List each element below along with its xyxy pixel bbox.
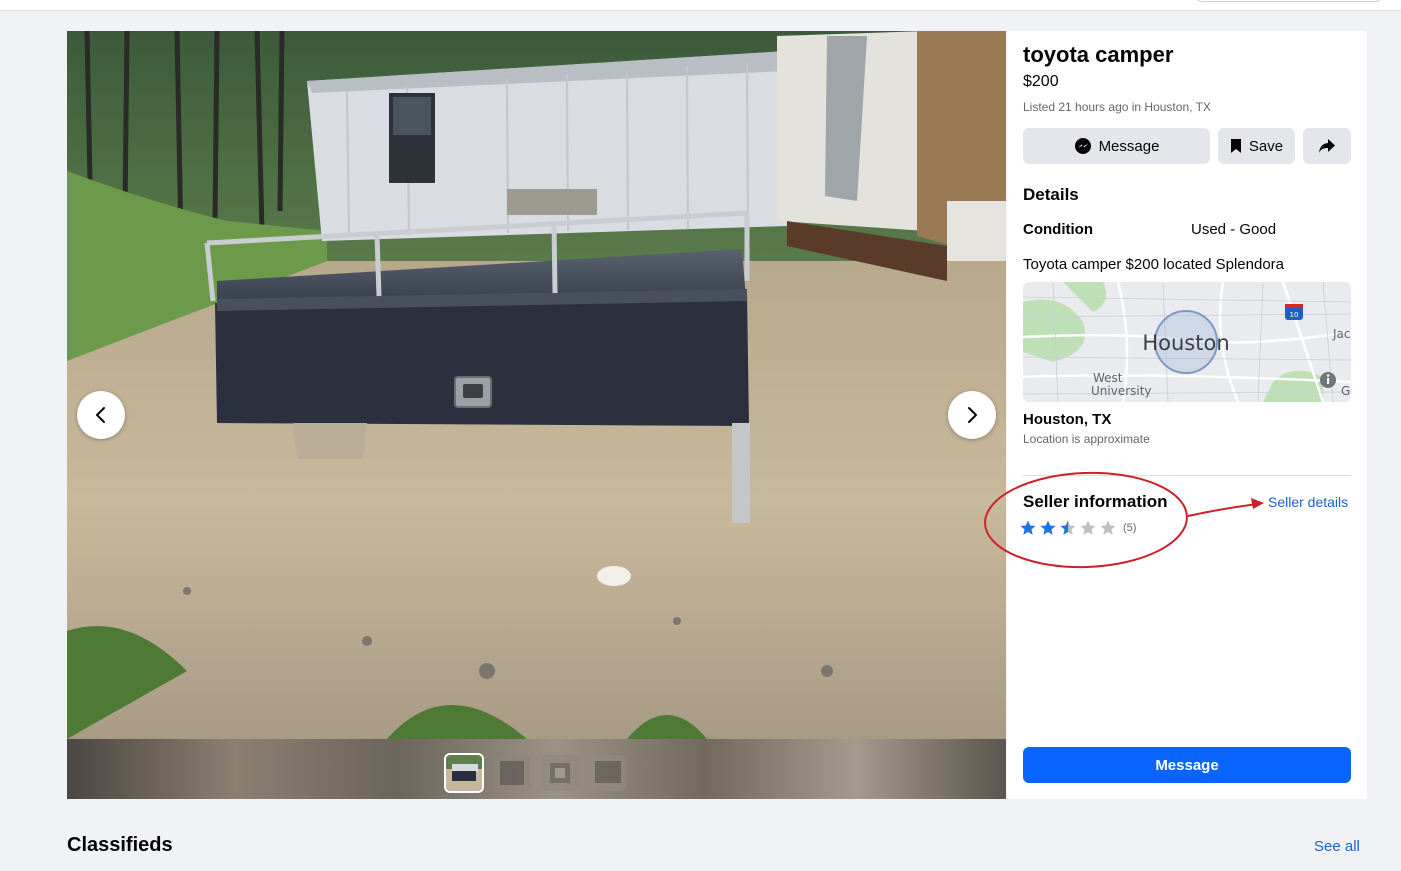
listing-timestamp: Listed 21 hours ago in Houston, TX <box>1023 100 1211 114</box>
location-map[interactable]: 10 Houston West University Jac G <box>1023 282 1351 402</box>
location-name: Houston, TX <box>1023 411 1112 428</box>
condition-value: Used - Good <box>1191 221 1277 238</box>
map-edge-label-g: G <box>1341 384 1350 398</box>
listing-photo <box>67 31 1006 739</box>
star-empty-icon <box>1079 519 1097 537</box>
classifieds-heading: Classifieds <box>67 834 173 856</box>
map-highway-shield: 10 <box>1290 311 1299 319</box>
rating-count: (5) <box>1123 522 1137 534</box>
map-area-label-west: West <box>1093 371 1123 385</box>
star-filled-icon <box>1039 519 1057 537</box>
map-area-label-university: University <box>1091 384 1152 398</box>
condition-label: Condition <box>1023 221 1093 238</box>
seller-details-link[interactable]: Seller details <box>1268 494 1348 510</box>
bookmark-icon <box>1230 138 1242 154</box>
messenger-icon <box>1074 137 1092 155</box>
chevron-right-icon <box>968 407 977 423</box>
listing-price: $200 <box>1023 73 1059 90</box>
message-button-label: Message <box>1098 137 1160 155</box>
listing-title: toyota camper <box>1023 42 1174 67</box>
seller-rating: (5) <box>1019 519 1136 537</box>
save-button-label: Save <box>1248 137 1284 155</box>
star-half-icon <box>1059 519 1077 537</box>
listing-details-panel: toyota camper $200 Listed 21 hours ago i… <box>1007 31 1367 799</box>
thumbnail-4[interactable] <box>590 755 626 791</box>
photo-viewer <box>67 31 1006 799</box>
listing-description: Toyota camper $200 located Splendora <box>1023 256 1285 273</box>
search-box-edge[interactable] <box>1196 0 1382 2</box>
thumbnail-3[interactable] <box>542 755 578 791</box>
previous-photo-button[interactable] <box>77 391 125 439</box>
thumbnail-strip <box>67 739 1006 799</box>
thumbnail-1[interactable] <box>444 753 484 793</box>
save-button[interactable]: Save <box>1218 128 1295 164</box>
location-note: Location is approximate <box>1023 432 1150 446</box>
map-info-icon[interactable] <box>1320 372 1336 388</box>
seller-information-heading: Seller information <box>1023 492 1168 511</box>
next-photo-button[interactable] <box>948 391 996 439</box>
thumbnail-2[interactable] <box>494 755 530 791</box>
primary-message-button[interactable]: Message <box>1023 747 1351 783</box>
share-button[interactable] <box>1303 128 1351 164</box>
chevron-left-icon <box>96 407 105 423</box>
map-city-label: Houston <box>1142 331 1229 355</box>
see-all-link[interactable]: See all <box>1314 838 1360 855</box>
share-arrow-icon <box>1318 138 1336 154</box>
section-divider <box>1023 475 1351 476</box>
map-edge-label-jac: Jac <box>1332 327 1351 341</box>
message-button[interactable]: Message <box>1023 128 1210 164</box>
star-filled-icon <box>1019 519 1037 537</box>
top-navigation-bar <box>0 0 1401 11</box>
details-heading: Details <box>1023 185 1079 204</box>
star-empty-icon <box>1099 519 1117 537</box>
